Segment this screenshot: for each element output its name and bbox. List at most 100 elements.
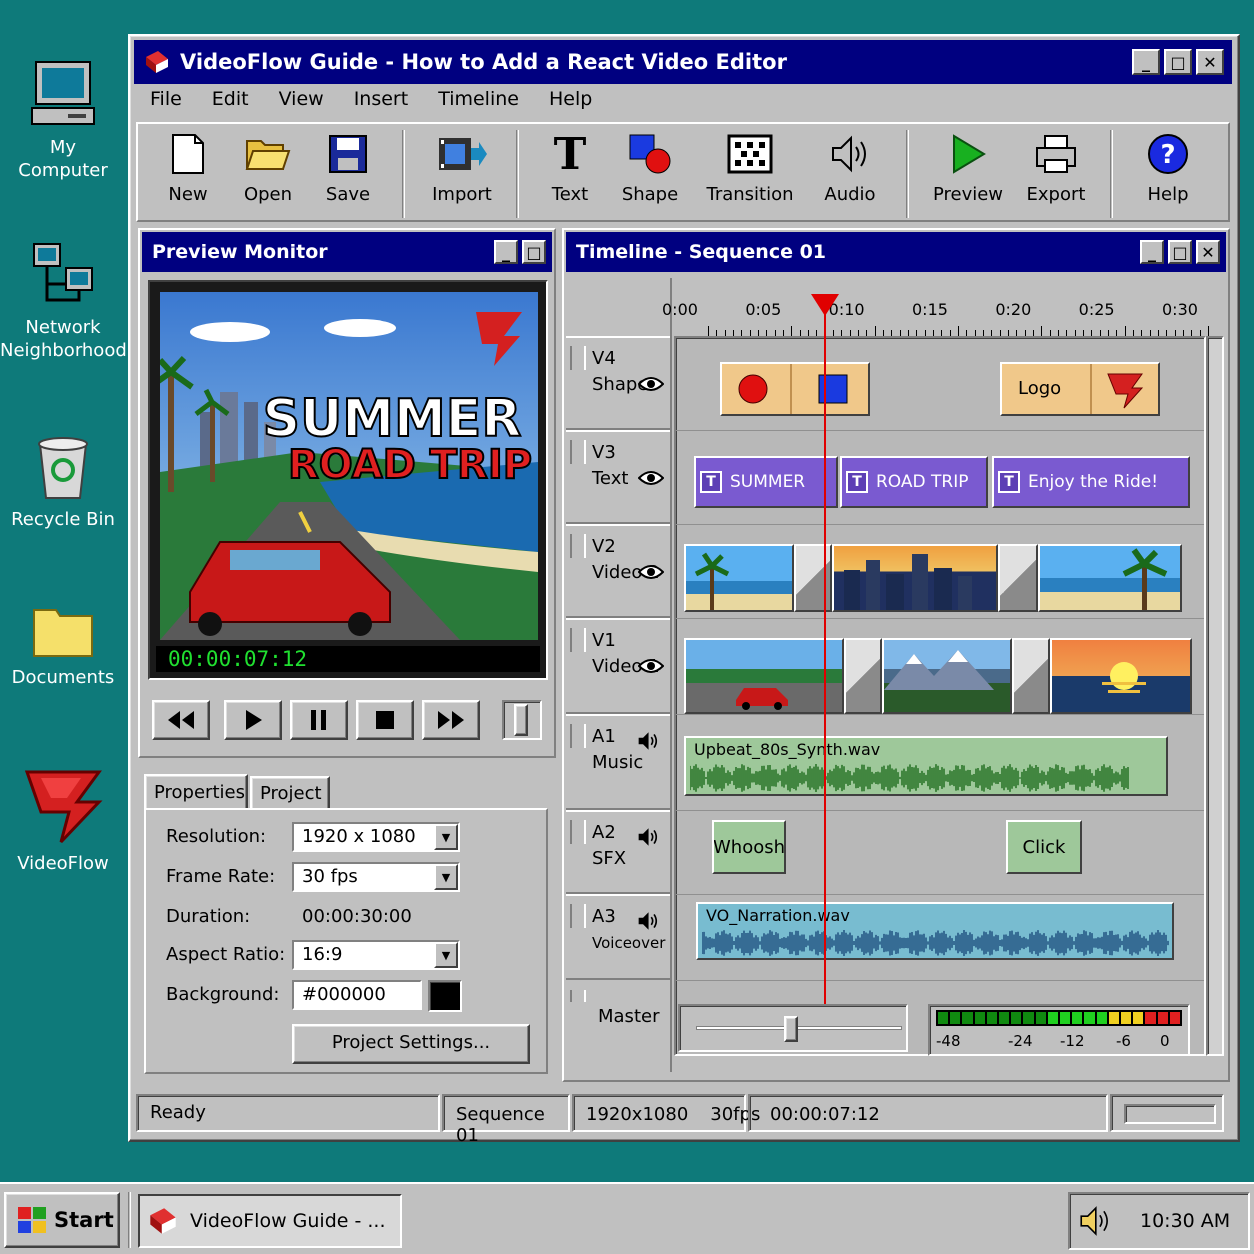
text-button[interactable]: T Text [530,124,610,206]
transition-clip[interactable] [844,638,882,714]
minimize-button[interactable]: _ [1132,49,1160,75]
track-drag-handle[interactable] [570,534,586,558]
track-header-v4[interactable]: V4 Shapes [566,336,670,430]
close-button[interactable]: ✕ [1196,49,1224,75]
preview-button[interactable]: Preview [928,124,1008,205]
speaker-icon[interactable] [1078,1204,1112,1238]
shape-clip[interactable] [720,362,870,416]
background-color-swatch[interactable] [428,980,462,1012]
transition-button[interactable]: Transition [698,124,802,205]
stop-button[interactable] [356,700,414,740]
save-button[interactable]: Save [308,124,388,205]
sfx-clip[interactable]: Whoosh [712,820,786,874]
text-clip[interactable]: T SUMMER [694,456,838,508]
track-header-v2[interactable]: V2 Video 2 [566,524,670,618]
desktop-icon-my-computer[interactable]: My Computer [0,58,126,182]
audio-button[interactable]: Audio [810,124,890,205]
video-clip[interactable] [882,638,1012,714]
text-clip[interactable]: T ROAD TRIP [840,456,988,508]
mountain-icon [884,650,994,690]
chevron-down-icon[interactable]: ▼ [434,942,458,968]
import-button[interactable]: Import [422,124,502,205]
background-input[interactable]: #000000 [292,980,422,1010]
shape-button[interactable]: Shape [610,124,690,205]
desktop-icon-network[interactable]: Network Neighborhood [0,240,127,362]
sfx-clip[interactable]: Click [1006,820,1082,874]
start-button[interactable]: Start [4,1192,120,1248]
desktop-icon-documents[interactable]: Documents [0,600,126,689]
fast-forward-button[interactable] [422,700,480,740]
export-button[interactable]: Export [1016,124,1096,205]
video-clip[interactable] [684,544,794,612]
aspect-select[interactable]: 16:9 ▼ [292,940,460,970]
preview-minimize-button[interactable]: _ [494,240,518,264]
timeline-maximize-button[interactable]: □ [1168,240,1192,264]
project-settings-button[interactable]: Project Settings... [292,1024,530,1064]
slider-thumb[interactable] [784,1016,798,1042]
track-drag-handle[interactable] [570,990,586,1002]
open-button[interactable]: Open [228,124,308,205]
transition-clip[interactable] [998,544,1038,612]
volume-slider[interactable] [502,700,542,740]
menu-help[interactable]: Help [549,88,592,118]
resolution-select[interactable]: 1920 x 1080 ▼ [292,822,460,852]
chevron-down-icon[interactable]: ▼ [434,864,458,890]
pause-button[interactable] [290,700,348,740]
menu-edit[interactable]: Edit [212,88,249,118]
window-titlebar[interactable]: VideoFlow Guide - How to Add a React Vid… [134,40,1232,84]
track-header-a1[interactable]: A1 Music [566,714,670,810]
track-drag-handle[interactable] [570,904,586,928]
master-volume-slider[interactable] [678,1004,908,1052]
new-button[interactable]: New [148,124,228,205]
track-drag-handle[interactable] [570,440,586,464]
track-drag-handle[interactable] [570,346,586,370]
timeline-close-button[interactable]: ✕ [1196,240,1220,264]
text-tool-icon: T [700,471,722,493]
video-clip[interactable] [684,638,844,714]
track-drag-handle[interactable] [570,820,586,844]
taskbar-task-button[interactable]: VideoFlow Guide - ... [138,1194,402,1248]
track-header-a3[interactable]: A3 Voiceover [566,894,670,980]
video-clip[interactable] [832,544,998,612]
eye-icon[interactable] [638,564,664,580]
preview-maximize-button[interactable]: □ [522,240,546,264]
transition-clip[interactable] [1012,638,1050,714]
music-clip[interactable]: Upbeat_80s_Synth.wav [684,736,1168,796]
volume-slider-thumb[interactable] [514,704,528,736]
menu-file[interactable]: File [150,88,182,118]
ruler-label: 0:15 [912,300,948,319]
voiceover-clip[interactable]: VO_Narration.wav [696,902,1174,960]
menu-insert[interactable]: Insert [354,88,409,118]
meter-scale-label: -48 [936,1032,961,1050]
track-header-v3[interactable]: V3 Text [566,430,670,524]
desktop-icon-videoflow[interactable]: VideoFlow [0,762,126,875]
track-header-a2[interactable]: A2 SFX [566,810,670,894]
timeline-scrollbar[interactable] [1206,336,1224,1056]
timeline-minimize-button[interactable]: _ [1140,240,1164,264]
track-drag-handle[interactable] [570,628,586,652]
eye-icon[interactable] [638,470,664,486]
eye-icon[interactable] [638,376,664,392]
chevron-down-icon[interactable]: ▼ [434,824,458,850]
maximize-button[interactable]: □ [1164,49,1192,75]
menu-view[interactable]: View [279,88,324,118]
eye-icon[interactable] [638,658,664,674]
tab-project[interactable]: Project [250,776,330,810]
help-button[interactable]: ? Help [1128,124,1208,205]
speaker-icon[interactable] [636,910,660,932]
playhead-handle[interactable] [811,294,840,316]
text-clip[interactable]: T Enjoy the Ride! [992,456,1190,508]
logo-clip[interactable]: Logo [1000,362,1160,416]
play-button[interactable] [224,700,282,740]
desktop-icon-recycle-bin[interactable]: Recycle Bin [0,432,126,531]
framerate-select[interactable]: 30 fps ▼ [292,862,460,892]
track-drag-handle[interactable] [570,724,586,748]
menu-timeline[interactable]: Timeline [438,88,519,118]
rewind-button[interactable] [152,700,210,740]
video-clip[interactable] [1038,544,1182,612]
video-clip[interactable] [1050,638,1192,714]
speaker-icon[interactable] [636,730,660,752]
track-header-v1[interactable]: V1 Video 1 [566,618,670,714]
speaker-icon[interactable] [636,826,660,848]
tab-properties[interactable]: Properties [144,774,248,810]
